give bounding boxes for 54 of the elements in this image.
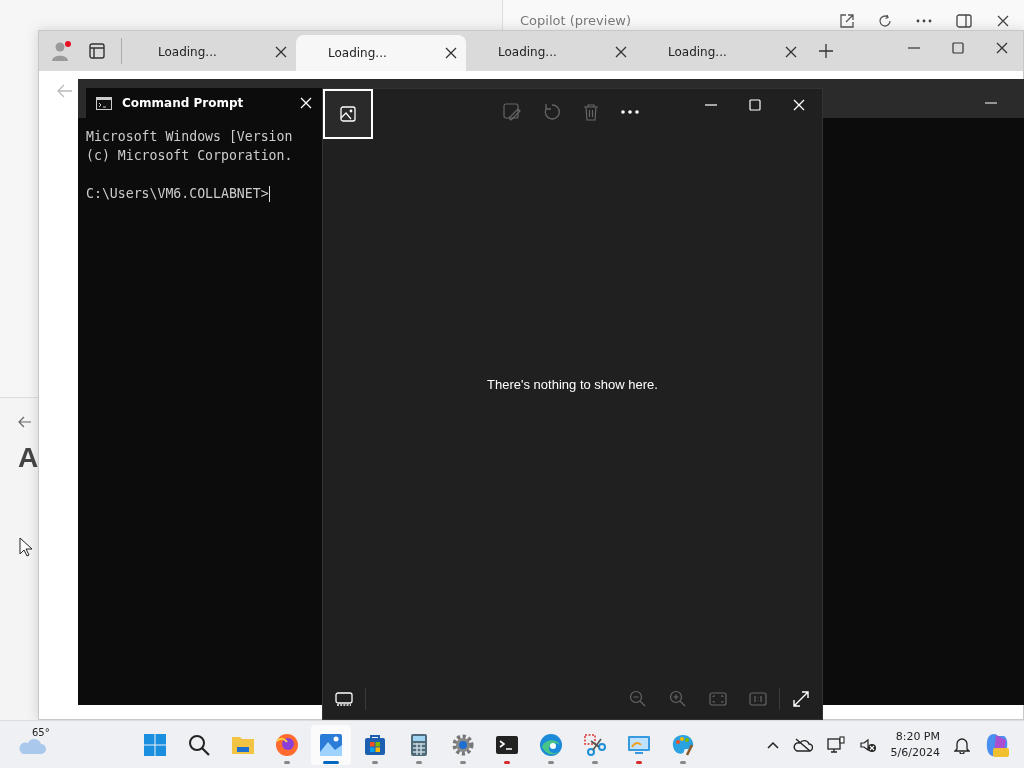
zoom-out-icon[interactable] [629, 690, 647, 708]
palette-icon [671, 732, 695, 757]
temperature-text: 65° [32, 726, 50, 738]
image-icon [340, 106, 356, 122]
search-icon [187, 732, 211, 757]
network-icon[interactable] [826, 735, 845, 754]
maximize-icon[interactable] [951, 41, 965, 55]
scissors-icon [583, 732, 607, 757]
clock-time[interactable]: 8:20 PM [895, 728, 940, 745]
close-icon[interactable] [996, 14, 1010, 28]
close-icon[interactable] [995, 41, 1009, 55]
mountain-picture-icon [319, 732, 343, 757]
refresh-icon[interactable] [878, 14, 892, 28]
browser-tab[interactable]: Loading... [466, 35, 636, 69]
open-external-icon[interactable] [840, 14, 854, 28]
more-icon[interactable] [621, 110, 639, 114]
split-view-icon[interactable] [956, 14, 972, 28]
terminal-tab[interactable]: Command Prompt [86, 88, 322, 118]
browser-tab[interactable]: Loading... [296, 35, 466, 71]
more-icon[interactable] [916, 19, 932, 23]
close-icon[interactable] [614, 45, 628, 59]
cloud-off-icon[interactable] [792, 737, 813, 752]
gallery-button[interactable] [323, 89, 373, 139]
delete-icon[interactable] [583, 103, 599, 121]
command-prompt-text: C:\Users\VM6.COLLABNET> [86, 185, 269, 203]
window-title: Copilot (preview) [520, 13, 632, 29]
page-heading: A [18, 442, 40, 474]
close-icon[interactable] [784, 45, 798, 59]
sidebar-icon[interactable] [89, 43, 105, 59]
zoom-in-icon[interactable] [669, 690, 687, 708]
rotate-icon[interactable] [543, 103, 561, 121]
browser-tab[interactable]: Loading... [636, 35, 806, 69]
shopping-bag-icon [363, 732, 387, 757]
full-screen-icon[interactable] [792, 690, 810, 708]
close-icon[interactable] [274, 45, 288, 59]
start-icon [143, 732, 167, 757]
copilot-icon[interactable] [984, 731, 1010, 758]
console-text: (c) Microsoft Corporation. [86, 147, 294, 165]
text-cursor [268, 185, 270, 202]
empty-message: There's nothing to show here. [487, 376, 658, 392]
console-text: Microsoft Windows [Version [86, 128, 294, 146]
chevron-up-icon[interactable] [766, 740, 779, 749]
close-icon[interactable] [444, 46, 458, 60]
gear-icon [451, 732, 475, 757]
clock-date[interactable]: 5/6/2024 [890, 744, 940, 761]
bell-icon[interactable] [954, 735, 970, 754]
edit-image-icon[interactable] [503, 103, 521, 121]
console-icon [96, 96, 112, 110]
browser-tab[interactable]: Loading... [126, 35, 296, 69]
pointer-icon [19, 537, 33, 557]
new-tab-icon[interactable] [818, 43, 834, 59]
profile-icon[interactable] [51, 40, 73, 62]
back-arrow-icon[interactable] [18, 416, 32, 428]
filmstrip-icon[interactable] [335, 691, 353, 707]
